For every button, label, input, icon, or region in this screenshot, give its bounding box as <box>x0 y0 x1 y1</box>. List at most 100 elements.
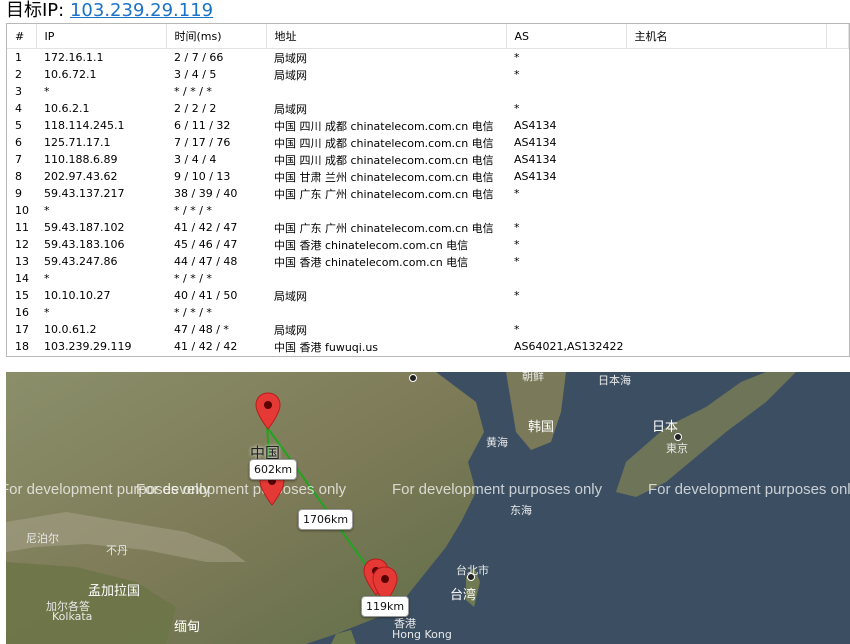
row-filler-cell <box>826 100 849 117</box>
row-filler-cell <box>826 83 849 100</box>
taipei-dot-icon <box>467 573 475 581</box>
target-ip-header: 目标IP: 103.239.29.119 <box>6 0 213 22</box>
hop-number-cell: 16 <box>15 306 29 319</box>
tokyo-dot-icon <box>674 433 682 441</box>
hop-as-cell <box>506 202 626 219</box>
hop-time-cell: 38 / 39 / 40 <box>174 187 238 200</box>
hop-number-cell: 17 <box>15 323 29 336</box>
column-header-ip[interactable]: IP <box>36 24 167 49</box>
hop-hostname-cell <box>626 83 826 100</box>
table-row[interactable]: 14 * * / * / * <box>7 270 849 287</box>
map-label-yellow-sea: 黄海 <box>486 436 508 449</box>
column-header-address[interactable]: 地址 <box>266 24 507 49</box>
hop-time-cell: * / * / * <box>174 272 212 285</box>
hop-ip-cell: 10.0.61.2 <box>44 323 97 336</box>
column-header-hop[interactable]: # <box>7 24 37 49</box>
hop-address-cell: 局域网 <box>274 323 307 337</box>
hop-as-cell: * <box>514 68 520 81</box>
hop-as-cell: * <box>514 187 520 200</box>
hop-as-cell: AS4134 <box>514 170 557 183</box>
map-marker-icon[interactable] <box>255 392 281 430</box>
hop-ip-cell: * <box>44 306 50 319</box>
column-header-time[interactable]: 时间(ms) <box>166 24 267 49</box>
hop-address-cell: 中国 香港 chinatelecom.com.cn 电信 <box>274 238 469 252</box>
table-row[interactable]: 15 10.10.10.27 40 / 41 / 50 局域网 * <box>7 287 849 304</box>
route-map[interactable]: 朝鲜 日本海 中国 韩国 日本 東京 黄海 东海 尼泊尔 不丹 孟加拉国 加尔各… <box>6 372 850 644</box>
hop-number-cell: 18 <box>15 340 29 353</box>
map-background <box>6 372 850 644</box>
hop-as-cell: AS4134 <box>514 119 557 132</box>
table-row[interactable]: 1 172.16.1.1 2 / 7 / 66 局域网 * <box>7 49 849 67</box>
map-label-taiwan: 台湾 <box>450 588 477 603</box>
table-row[interactable]: 4 10.6.2.1 2 / 2 / 2 局域网 * <box>7 100 849 117</box>
map-label-east-sea: 东海 <box>510 504 532 517</box>
hop-hostname-cell <box>626 236 826 253</box>
hop-as-cell: * <box>514 323 520 336</box>
table-row[interactable]: 11 59.43.187.102 41 / 42 / 47 中国 广东 广州 chin… <box>7 219 849 236</box>
hop-hostname-cell <box>626 168 826 185</box>
table-row[interactable]: 8 202.97.43.62 9 / 10 / 13 中国 甘肃 兰州 chinate… <box>7 168 849 185</box>
hop-time-cell: 9 / 10 / 13 <box>174 170 231 183</box>
hop-address-cell: 中国 广东 广州 chinatelecom.com.cn 电信 <box>274 221 494 235</box>
hop-as-cell: * <box>514 51 520 64</box>
table-row[interactable]: 5 118.114.245.1 6 / 11 / 32 中国 四川 成都 chinat… <box>7 117 849 134</box>
hop-ip-cell: * <box>44 85 50 98</box>
hop-hostname-cell <box>626 202 826 219</box>
table-row[interactable]: 16 * * / * / * <box>7 304 849 321</box>
hop-time-cell: 3 / 4 / 4 <box>174 153 217 166</box>
column-header-hostname[interactable]: 主机名 <box>626 24 827 49</box>
hop-ip-cell: 118.114.245.1 <box>44 119 125 132</box>
hop-ip-cell: 10.6.72.1 <box>44 68 97 81</box>
hop-ip-cell: 10.6.2.1 <box>44 102 90 115</box>
hop-address-cell <box>266 202 506 219</box>
hop-time-cell: * / * / * <box>174 306 212 319</box>
hop-address-cell: 局域网 <box>274 289 307 303</box>
watermark-text: For development purposes only <box>136 481 347 498</box>
table-row[interactable]: 12 59.43.183.106 45 / 46 / 47 中国 香港 chinate… <box>7 236 849 253</box>
hop-ip-cell: 59.43.183.106 <box>44 238 125 251</box>
hop-hostname-cell <box>626 117 826 134</box>
hop-time-cell: 44 / 47 / 48 <box>174 255 238 268</box>
column-header-as[interactable]: AS <box>506 24 627 49</box>
hop-number-cell: 1 <box>15 51 22 64</box>
hop-ip-cell: 59.43.137.217 <box>44 187 125 200</box>
hop-hostname-cell <box>626 66 826 83</box>
hop-hostname-cell <box>626 185 826 202</box>
hop-as-cell: AS4134 <box>514 153 557 166</box>
hop-as-cell: * <box>514 102 520 115</box>
target-ip-label: 目标IP: <box>6 0 65 21</box>
hop-hostname-cell <box>626 219 826 236</box>
table-header-row: # IP 时间(ms) 地址 AS 主机名 <box>7 24 849 49</box>
table-row[interactable]: 18 103.239.29.119 41 / 42 / 42 中国 香港 fuwuqi… <box>7 338 849 355</box>
hop-time-cell: 41 / 42 / 42 <box>174 340 238 353</box>
hop-time-cell: 3 / 4 / 5 <box>174 68 217 81</box>
hop-hostname-cell <box>626 253 826 270</box>
table-row[interactable]: 3 * * / * / * <box>7 83 849 100</box>
hop-time-cell: * / * / * <box>174 204 212 217</box>
hop-ip-cell: * <box>44 204 50 217</box>
hop-as-cell: * <box>514 238 520 251</box>
hop-hostname-cell <box>626 100 826 117</box>
target-ip-link[interactable]: 103.239.29.119 <box>70 0 213 21</box>
hop-address-cell: 中国 甘肃 兰州 chinatelecom.com.cn 电信 <box>274 170 494 184</box>
row-filler-cell <box>826 338 849 355</box>
table-row[interactable]: 9 59.43.137.217 38 / 39 / 40 中国 广东 广州 china… <box>7 185 849 202</box>
hop-number-cell: 2 <box>15 68 22 81</box>
hop-ip-cell: 202.97.43.62 <box>44 170 118 183</box>
hop-hostname-cell <box>626 134 826 151</box>
row-filler-cell <box>826 253 849 270</box>
hop-number-cell: 3 <box>15 85 22 98</box>
distance-label: 602km <box>249 459 298 480</box>
hop-number-cell: 9 <box>15 187 22 200</box>
table-row[interactable]: 7 110.188.6.89 3 / 4 / 4 中国 四川 成都 chinatele… <box>7 151 849 168</box>
table-row[interactable]: 10 * * / * / * <box>7 202 849 219</box>
table-row[interactable]: 6 125.71.17.1 7 / 17 / 76 中国 四川 成都 chinatel… <box>7 134 849 151</box>
hop-as-cell: * <box>514 255 520 268</box>
map-label-nepal: 尼泊尔 <box>26 532 59 545</box>
table-row[interactable]: 17 10.0.61.2 47 / 48 / * 局域网 * <box>7 321 849 338</box>
traceroute-table-panel: # IP 时间(ms) 地址 AS 主机名 1 172.16.1.1 2 / 7 /… <box>6 23 850 357</box>
table-row[interactable]: 2 10.6.72.1 3 / 4 / 5 局域网 * <box>7 66 849 83</box>
table-row[interactable]: 13 59.43.247.86 44 / 47 / 48 中国 香港 chinatel… <box>7 253 849 270</box>
traceroute-table: # IP 时间(ms) 地址 AS 主机名 1 172.16.1.1 2 / 7 /… <box>7 24 849 355</box>
hop-number-cell: 10 <box>15 204 29 217</box>
